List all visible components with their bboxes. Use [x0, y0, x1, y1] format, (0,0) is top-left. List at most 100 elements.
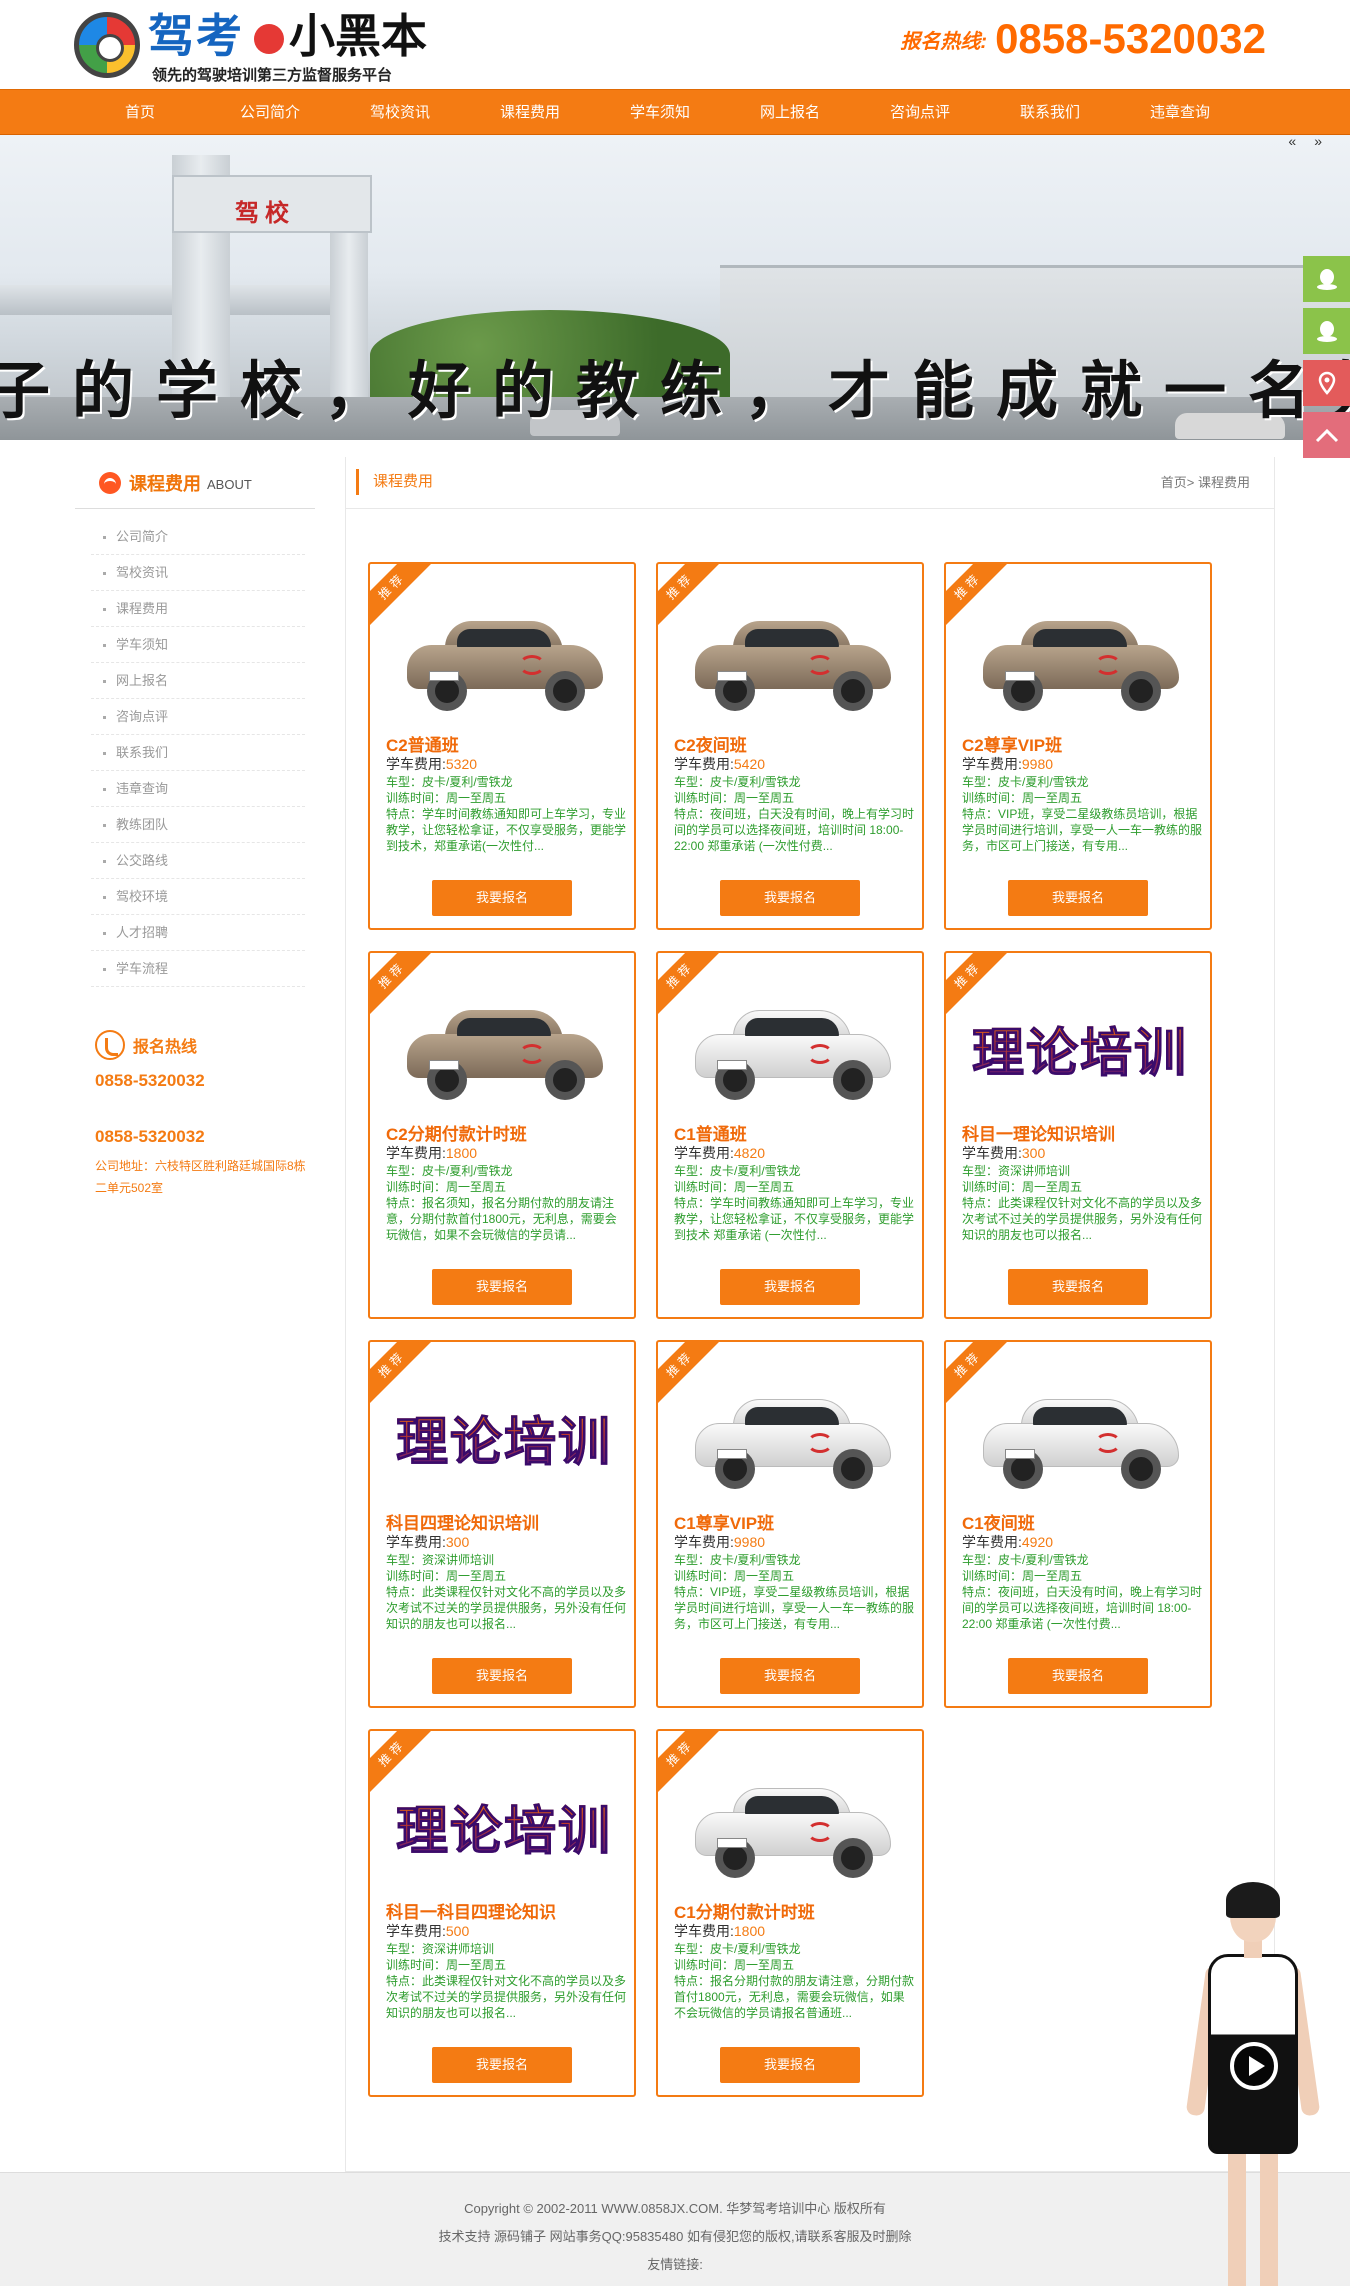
sidebar-title-sub: ABOUT	[207, 477, 252, 492]
course-image[interactable]	[390, 594, 618, 724]
course-description: 特点：报名须知，报名分期付款的朋友请注意，分期付款首付1800元，无利息，需要会…	[386, 1196, 617, 1242]
course-name[interactable]: C1普通班	[674, 1120, 747, 1145]
fee-value: 4920	[1021, 1534, 1054, 1550]
signup-button[interactable]: 我要报名	[720, 1269, 860, 1305]
signup-button[interactable]: 我要报名	[720, 2047, 860, 2083]
signup-button[interactable]: 我要报名	[432, 2047, 572, 2083]
nav-item[interactable]: 咨询点评	[855, 90, 985, 136]
course-info: 车型：皮卡/夏利/雪铁龙 训练时间：周一至周五 特点：VIP班，享受二星级教练员培训…	[962, 774, 1202, 854]
car-image	[687, 998, 897, 1100]
theory-banner-image: 理论培训	[395, 1789, 612, 1864]
arrow-left-icon[interactable]: «	[1288, 135, 1314, 149]
signup-button[interactable]: 我要报名	[1008, 1658, 1148, 1694]
course-name[interactable]: 科目一科目四理论知识	[386, 1898, 556, 1923]
site-logo[interactable]: 驾考 小黑本 领先的驾驶培训第三方监督服务平台	[74, 9, 444, 84]
nav-item[interactable]: 违章查询	[1115, 90, 1245, 136]
location-icon	[1318, 371, 1335, 395]
course-card[interactable]: 推荐 C2分期付款计时班 学车费用:1800 车型：皮卡/夏利/雪铁龙 训练时间：周一至…	[368, 951, 636, 1319]
course-description: 特点：此类课程仅针对文化不高的学员以及多次考试不过关的学员提供服务，另外没有任何…	[962, 1196, 1202, 1242]
course-description: 特点：学车时间教练通知即可上车学习，专业教学，让您轻松拿证，不仅享受服务，更能学…	[386, 807, 626, 853]
back-to-top-button[interactable]	[1303, 412, 1350, 458]
course-card[interactable]: 推荐 理论培训 科目一理论知识培训 学车费用:300 车型：资深讲师培训 训练时间：周一至…	[944, 951, 1212, 1319]
footer-links[interactable]: 友情链接:	[0, 2251, 1350, 2279]
course-card[interactable]: 推荐 C2普通班 学车费用:5320 车型：皮卡/夏利/雪铁龙 训练时间：周一至周五 特点…	[368, 562, 636, 930]
course-image[interactable]	[966, 1372, 1194, 1502]
sidebar-item[interactable]: 驾校环境	[91, 879, 305, 915]
signup-button[interactable]: 我要报名	[432, 880, 572, 916]
course-image[interactable]: 理论培训	[390, 1372, 618, 1502]
nav-item[interactable]: 公司简介	[205, 90, 335, 136]
nav-item[interactable]: 首页	[75, 90, 205, 136]
contact-title: 报名热线	[133, 1039, 198, 1056]
course-card[interactable]: 推荐 C1普通班 学车费用:4820 车型：皮卡/夏利/雪铁龙 训练时间：周一至周五 特点…	[656, 951, 924, 1319]
course-name[interactable]: C1分期付款计时班	[674, 1898, 815, 1923]
sidebar-item[interactable]: 驾校资讯	[91, 555, 305, 591]
assistant-leg	[1228, 2152, 1246, 2286]
sidebar-item[interactable]: 公交路线	[91, 843, 305, 879]
sidebar-item[interactable]: 联系我们	[91, 735, 305, 771]
course-image[interactable]	[390, 983, 618, 1113]
banner-arrows[interactable]: «»	[1288, 135, 1340, 149]
course-card[interactable]: 推荐 C2尊享VIP班 学车费用:9980 车型：皮卡/夏利/雪铁龙 训练时间：周一至周…	[944, 562, 1212, 930]
sidebar-item[interactable]: 教练团队	[91, 807, 305, 843]
course-image[interactable]	[966, 594, 1194, 724]
course-card[interactable]: 推荐 理论培训 科目四理论知识培训 学车费用:300 车型：资深讲师培训 训练时间：周一至…	[368, 1340, 636, 1708]
signup-button[interactable]: 我要报名	[1008, 880, 1148, 916]
course-card[interactable]: 推荐 C2夜间班 学车费用:5420 车型：皮卡/夏利/雪铁龙 训练时间：周一至周五 特点…	[656, 562, 924, 930]
course-name[interactable]: C2普通班	[386, 731, 459, 756]
signup-button[interactable]: 我要报名	[720, 880, 860, 916]
course-card[interactable]: 推荐 C1尊享VIP班 学车费用:9980 车型：皮卡/夏利/雪铁龙 训练时间：周一至周…	[656, 1340, 924, 1708]
fee-label: 学车费用:	[674, 1534, 734, 1550]
course-image[interactable]	[678, 594, 906, 724]
course-card[interactable]: 推荐 C1分期付款计时班 学车费用:1800 车型：皮卡/夏利/雪铁龙 训练时间：周一至…	[656, 1729, 924, 2097]
course-info: 车型：资深讲师培训 训练时间：周一至周五 特点：此类课程仅针对文化不高的学员以及多次…	[386, 1941, 626, 2021]
course-name[interactable]: 科目四理论知识培训	[386, 1509, 539, 1534]
arrow-right-icon[interactable]: »	[1314, 135, 1340, 149]
sidebar-item[interactable]: 学车须知	[91, 627, 305, 663]
sidebar-item[interactable]: 违章查询	[91, 771, 305, 807]
qq-chat-button[interactable]	[1303, 308, 1350, 354]
nav-item[interactable]: 网上报名	[725, 90, 855, 136]
signup-button[interactable]: 我要报名	[432, 1269, 572, 1305]
course-name[interactable]: C2夜间班	[674, 731, 747, 756]
breadcrumb[interactable]: 首页> 课程费用	[1161, 472, 1250, 491]
fee-label: 学车费用:	[674, 756, 734, 772]
signup-button[interactable]: 我要报名	[720, 1658, 860, 1694]
course-car-type: 车型：资深讲师培训	[962, 1164, 1071, 1178]
course-name[interactable]: C2尊享VIP班	[962, 731, 1062, 756]
course-image[interactable]	[678, 1372, 906, 1502]
course-name[interactable]: C2分期付款计时班	[386, 1120, 527, 1145]
course-car-type: 车型：皮卡/夏利/雪铁龙	[386, 775, 513, 789]
course-image[interactable]: 理论培训	[966, 983, 1194, 1113]
nav-item[interactable]: 课程费用	[465, 90, 595, 136]
course-image[interactable]	[678, 983, 906, 1113]
location-button[interactable]	[1303, 360, 1350, 406]
course-fee: 学车费用:9980	[674, 1532, 765, 1552]
sidebar-item[interactable]: 咨询点评	[91, 699, 305, 735]
logo-text-primary: 驾考	[148, 9, 244, 63]
sidebar-item[interactable]: 课程费用	[91, 591, 305, 627]
signup-button[interactable]: 我要报名	[432, 1658, 572, 1694]
nav-item[interactable]: 学车须知	[595, 90, 725, 136]
course-name[interactable]: C1夜间班	[962, 1509, 1035, 1534]
fee-label: 学车费用:	[386, 756, 446, 772]
sidebar-item[interactable]: 人才招聘	[91, 915, 305, 951]
course-card[interactable]: 推荐 C1夜间班 学车费用:4920 车型：皮卡/夏利/雪铁龙 训练时间：周一至周五 特点…	[944, 1340, 1212, 1708]
signup-button[interactable]: 我要报名	[1008, 1269, 1148, 1305]
play-icon[interactable]	[1230, 2042, 1278, 2090]
footer-copyright: Copyright © 2002-2011 WWW.0858JX.COM. 华梦…	[464, 2201, 886, 2216]
course-card[interactable]: 推荐 理论培训 科目一科目四理论知识 学车费用:500 车型：资深讲师培训 训练时间：周一…	[368, 1729, 636, 2097]
sidebar-item[interactable]: 学车流程	[91, 951, 305, 987]
course-image[interactable]: 理论培训	[390, 1761, 618, 1891]
nav-items: 首页 公司简介 驾校资讯 课程费用 学车须知 网上报名 咨询点评 联系我们 违章查询	[75, 90, 1265, 136]
sidebar-item[interactable]: 网上报名	[91, 663, 305, 699]
course-name[interactable]: C1尊享VIP班	[674, 1509, 774, 1534]
video-assistant[interactable]	[1178, 1882, 1328, 2286]
nav-item[interactable]: 驾校资讯	[335, 90, 465, 136]
course-name[interactable]: 科目一理论知识培训	[962, 1120, 1115, 1145]
sidebar-item[interactable]: 公司简介	[91, 519, 305, 555]
course-image[interactable]	[678, 1761, 906, 1891]
qq-chat-button[interactable]	[1303, 256, 1350, 302]
fee-value: 5420	[733, 756, 766, 772]
nav-item[interactable]: 联系我们	[985, 90, 1115, 136]
